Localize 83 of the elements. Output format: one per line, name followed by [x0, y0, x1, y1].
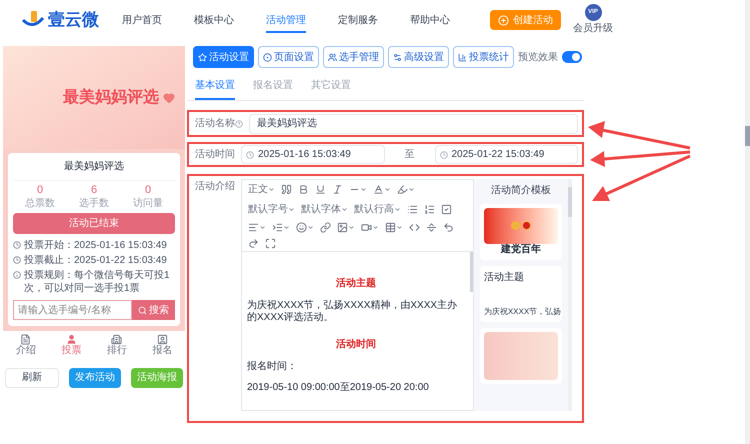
nav-link[interactable]: 定制服务: [338, 12, 378, 32]
preview-toggle[interactable]: [562, 51, 582, 63]
user-icon: [66, 334, 77, 346]
template-heading: 活动主题: [484, 270, 525, 285]
action-button[interactable]: 刷新: [5, 368, 59, 388]
format-dropdown[interactable]: 正文: [245, 182, 278, 197]
format-dropdown[interactable]: 默认字体: [298, 202, 351, 217]
nav-link[interactable]: 帮助中心: [410, 12, 450, 32]
page-scrollbar[interactable]: [745, 0, 750, 444]
stat-label: 访问量: [133, 198, 163, 210]
content-heading: 活动主题: [334, 276, 377, 291]
bottom-nav-tab[interactable]: 报名: [152, 334, 172, 358]
caret-icon: [288, 206, 295, 213]
panel-title: 活动简介模板: [490, 184, 551, 198]
stat-value: 6: [90, 184, 98, 198]
settings-tab[interactable]: 高级设置: [388, 46, 449, 68]
info-text: 投票规则：每个微信号每天可投1次，可以对同一选手投1票: [24, 269, 171, 296]
nav-link[interactable]: 模板中心: [194, 12, 234, 32]
template-card[interactable]: 建党百年: [480, 204, 562, 260]
search-icon: [138, 306, 147, 315]
tab[interactable]: 基本设置: [195, 78, 235, 100]
settings-tab[interactable]: 页面设置: [258, 46, 319, 68]
stat-value: 0: [144, 184, 152, 198]
building-icon: [111, 334, 122, 346]
bar-chart-icon: [458, 52, 467, 62]
star-icon: [198, 52, 207, 62]
nav-link[interactable]: 活动管理: [266, 12, 306, 32]
clock-icon: [246, 150, 254, 158]
settings-tab[interactable]: 活动设置: [193, 46, 254, 68]
tab[interactable]: 报名设置: [253, 78, 293, 100]
caret-icon: [394, 206, 401, 213]
plus-icon: [498, 14, 509, 26]
status-bar: 活动已结束: [13, 213, 175, 234]
search-field[interactable]: 请输入选手编号/名称: [13, 300, 132, 320]
banner-title: 最美妈妈评选: [63, 87, 159, 108]
clock-icon: [440, 150, 448, 158]
clock-icon: [13, 256, 21, 264]
caret-icon: [341, 206, 348, 213]
document-icon: [20, 334, 32, 346]
info-text: 投票截止：2025-01-22 15:03:49: [24, 254, 167, 268]
card-title: 最美妈妈评选: [13, 153, 175, 181]
field-label: 活动时间: [195, 148, 236, 162]
id-card-icon: [156, 334, 168, 346]
date-field[interactable]: 2025-01-22 15:03:49: [434, 145, 578, 164]
info-icon: [13, 271, 21, 280]
tab[interactable]: 其它设置: [311, 78, 351, 100]
toggle-label: 预览效果: [518, 50, 558, 64]
format-dropdown[interactable]: 默认字号: [245, 202, 298, 217]
circle-icon: [263, 52, 272, 62]
heart-icon: [163, 92, 175, 104]
template-text: 为庆祝XXXX节，弘扬: [484, 306, 558, 318]
action-button[interactable]: 发布活动: [69, 368, 121, 388]
template-caption: 建党百年: [500, 244, 542, 256]
stat-label: 总票数: [25, 198, 55, 210]
help-icon: [235, 120, 243, 128]
input-field[interactable]: 最美妈妈评选: [249, 114, 578, 134]
clock-icon: [13, 241, 21, 250]
caret-icon: [268, 186, 275, 193]
search-button[interactable]: 搜索: [132, 300, 175, 320]
field-label: 活动名称: [195, 117, 235, 131]
vip-upgrade-link[interactable]: 会员升级: [573, 21, 613, 36]
content-heading: 活动时间: [334, 338, 377, 352]
users-icon: [328, 52, 337, 62]
field-label: 活动介绍: [195, 180, 236, 194]
logo-text: 壹云微: [48, 9, 99, 32]
format-dropdown[interactable]: 默认行高: [351, 202, 404, 217]
content-paragraph: 报名时间：: [247, 361, 298, 373]
stat-label: 选手数: [79, 198, 109, 210]
range-separator: 至: [404, 148, 416, 162]
template-card[interactable]: 活动主题 为庆祝XXXX节，弘扬: [480, 266, 562, 322]
info-text: 投票开始：2025-01-16 15:03:49: [24, 239, 167, 252]
sliders-icon: [393, 52, 402, 62]
bottom-nav-tab[interactable]: 投票: [61, 334, 82, 358]
bottom-nav-tab[interactable]: 介绍: [16, 334, 36, 358]
stat-value: 0: [36, 184, 44, 198]
settings-tab[interactable]: 投票统计: [453, 46, 514, 68]
content-paragraph: 2019-05-10 09:00:00至2019-05-20 20:00: [247, 382, 430, 394]
settings-tab[interactable]: 选手管理: [323, 46, 384, 68]
scrollbar[interactable]: [470, 252, 473, 292]
nav-link[interactable]: 用户首页: [122, 12, 162, 32]
content-paragraph: 为庆祝XXXX节，弘扬XXXX精神，由XXXX主办的XXXX评选活动。: [247, 300, 458, 324]
bottom-nav-tab[interactable]: 排行: [106, 334, 127, 358]
date-field[interactable]: 2025-01-16 15:03:49: [241, 145, 384, 164]
